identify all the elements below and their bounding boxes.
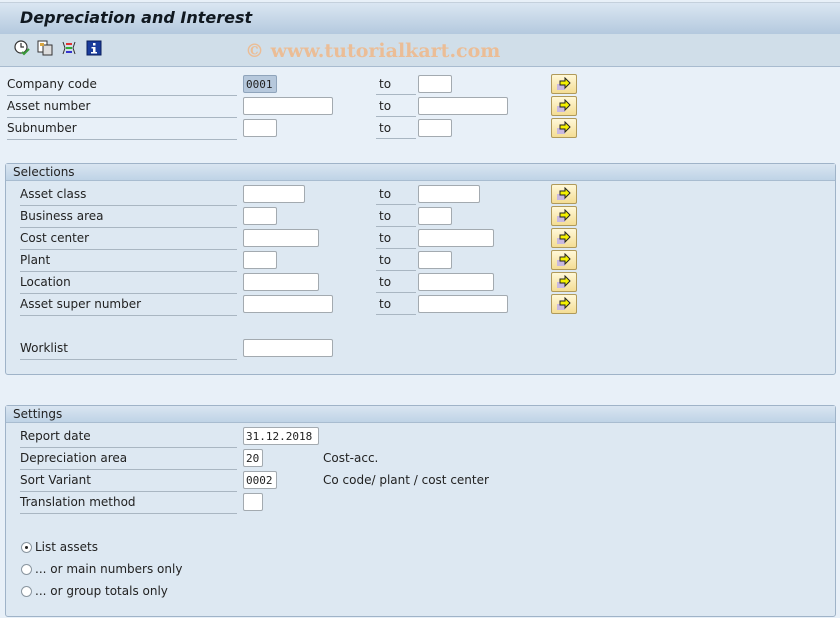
watermark: © www.tutorialkart.com <box>245 40 501 62</box>
asset-class-to-input[interactable] <box>418 185 480 203</box>
asset-number-from-input[interactable] <box>243 97 333 115</box>
cost-center-multiple-selection-button[interactable] <box>551 228 577 248</box>
subnumber-to-input[interactable] <box>418 119 452 137</box>
depreciation-area-description: Cost-acc. <box>323 451 379 465</box>
plant-to-input[interactable] <box>418 251 452 269</box>
radio-button[interactable] <box>21 563 32 575</box>
company-code-multiple-selection-button[interactable] <box>551 74 577 94</box>
application-toolbar: © www.tutorialkart.com <box>0 34 840 67</box>
field-label: Location <box>20 272 237 294</box>
copy-icon[interactable] <box>37 40 53 56</box>
to-label: to <box>376 294 416 315</box>
to-label: to <box>376 118 416 139</box>
radio-label: List assets <box>35 540 98 554</box>
field-label: Depreciation area <box>20 448 237 470</box>
field-label: Business area <box>20 206 237 228</box>
asset-number-multiple-selection-button[interactable] <box>551 96 577 116</box>
asset-super-number-from-input[interactable] <box>243 295 333 313</box>
asset-super-number-multiple-selection-button[interactable] <box>551 294 577 314</box>
field-label: Asset number <box>7 96 237 118</box>
radio-label: ... or group totals only <box>35 584 168 598</box>
asset-class-from-input[interactable] <box>243 185 305 203</box>
depreciation-area-input[interactable]: 20 <box>243 449 263 467</box>
execute-icon[interactable] <box>14 40 30 56</box>
radio-group-totals-only[interactable]: ... or group totals only <box>21 582 168 600</box>
location-to-input[interactable] <box>418 273 494 291</box>
page-title: Depreciation and Interest <box>20 8 253 27</box>
arrow-right-icon <box>557 253 571 266</box>
company-code-to-input[interactable] <box>418 75 452 93</box>
subnumber-from-input[interactable] <box>243 119 277 137</box>
field-label: Translation method <box>20 492 237 514</box>
business-area-multiple-selection-button[interactable] <box>551 206 577 226</box>
to-label: to <box>376 272 416 293</box>
worklist-input[interactable] <box>243 339 333 357</box>
business-area-from-input[interactable] <box>243 207 277 225</box>
selection-options-icon[interactable] <box>61 40 77 56</box>
radio-list-assets[interactable]: List assets <box>21 538 98 556</box>
field-label: Plant <box>20 250 237 272</box>
arrow-right-icon <box>557 99 571 112</box>
arrow-right-icon <box>557 231 571 244</box>
asset-class-multiple-selection-button[interactable] <box>551 184 577 204</box>
cost-center-from-input[interactable] <box>243 229 319 247</box>
company-code-from-input[interactable]: 0001 <box>243 75 277 93</box>
arrow-right-icon <box>557 121 571 134</box>
title-bar: Depreciation and Interest <box>0 2 840 35</box>
sort-variant-input[interactable]: 0002 <box>243 471 277 489</box>
field-label: Report date <box>20 426 237 448</box>
to-label: to <box>376 206 416 227</box>
cost-center-to-input[interactable] <box>418 229 494 247</box>
report-date-input[interactable]: 31.12.2018 <box>243 427 319 445</box>
to-label: to <box>376 74 416 95</box>
business-area-to-input[interactable] <box>418 207 452 225</box>
radio-button-selected[interactable] <box>21 541 32 553</box>
field-label: Subnumber <box>7 118 237 140</box>
arrow-right-icon <box>557 187 571 200</box>
radio-label: ... or main numbers only <box>35 562 183 576</box>
translation-method-input[interactable] <box>243 493 263 511</box>
field-label: Worklist <box>20 338 237 360</box>
asset-super-number-to-input[interactable] <box>418 295 508 313</box>
asset-number-to-input[interactable] <box>418 97 508 115</box>
group-title: Selections <box>6 164 835 181</box>
arrow-right-icon <box>557 77 571 90</box>
info-icon[interactable] <box>86 40 102 56</box>
location-multiple-selection-button[interactable] <box>551 272 577 292</box>
to-label: to <box>376 250 416 271</box>
radio-button[interactable] <box>21 585 32 597</box>
plant-multiple-selection-button[interactable] <box>551 250 577 270</box>
field-label: Asset super number <box>20 294 237 316</box>
group-title: Settings <box>6 406 835 423</box>
to-label: to <box>376 96 416 117</box>
field-label: Cost center <box>20 228 237 250</box>
location-from-input[interactable] <box>243 273 319 291</box>
arrow-right-icon <box>557 209 571 222</box>
field-label: Asset class <box>20 184 237 206</box>
arrow-right-icon <box>557 275 571 288</box>
to-label: to <box>376 184 416 205</box>
sort-variant-description: Co code/ plant / cost center <box>323 473 489 487</box>
arrow-right-icon <box>557 297 571 310</box>
radio-main-numbers-only[interactable]: ... or main numbers only <box>21 560 182 578</box>
field-label: Company code <box>7 74 237 96</box>
plant-from-input[interactable] <box>243 251 277 269</box>
field-label: Sort Variant <box>20 470 237 492</box>
subnumber-multiple-selection-button[interactable] <box>551 118 577 138</box>
to-label: to <box>376 228 416 249</box>
